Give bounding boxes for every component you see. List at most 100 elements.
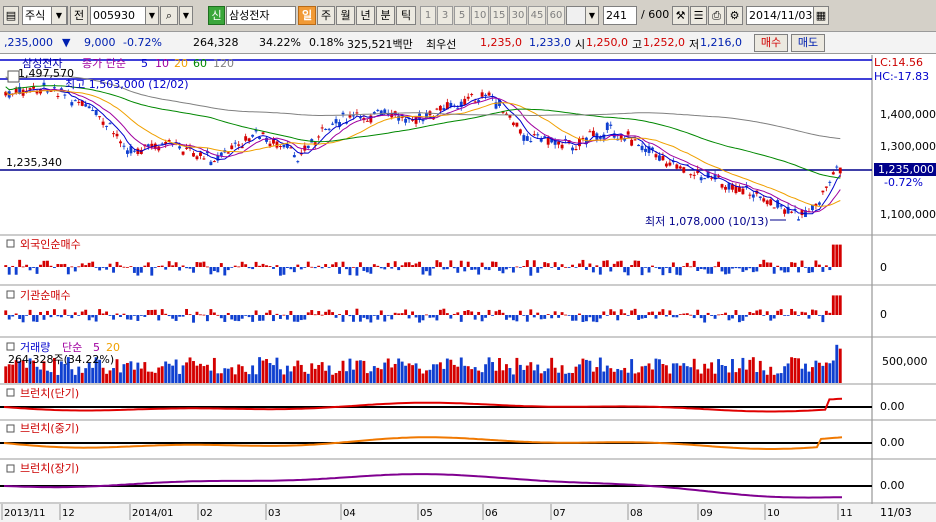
institution-bar bbox=[477, 311, 481, 315]
volume-bar bbox=[699, 373, 703, 383]
date-input[interactable]: 2014/11/03 bbox=[746, 6, 814, 25]
breadth-mid-menu-icon[interactable] bbox=[6, 424, 15, 433]
institution-bar bbox=[452, 313, 456, 315]
period-tab-year[interactable]: 년 bbox=[356, 6, 375, 25]
institution-bar bbox=[838, 295, 842, 315]
interval-10[interactable]: 10 bbox=[471, 6, 489, 25]
institution-bar bbox=[202, 314, 206, 316]
interval-5[interactable]: 5 bbox=[454, 6, 470, 25]
volume-bar bbox=[644, 365, 647, 383]
volume-bar bbox=[480, 372, 484, 383]
interval-3[interactable]: 3 bbox=[437, 6, 453, 25]
buy-button[interactable]: 매수 bbox=[754, 34, 788, 52]
institution-menu-icon[interactable] bbox=[6, 290, 15, 299]
foreign-bar bbox=[365, 267, 369, 273]
institution-bar bbox=[98, 309, 102, 315]
volume-bar bbox=[139, 368, 143, 383]
foreign-bar bbox=[265, 265, 268, 267]
institution-bar bbox=[588, 315, 592, 318]
trade-amount: 325,521백만 bbox=[347, 38, 413, 51]
interval-custom-input[interactable] bbox=[566, 6, 586, 25]
institution-bar bbox=[793, 311, 797, 315]
breadth-long-menu-icon[interactable] bbox=[6, 464, 15, 473]
period-tab-day[interactable]: 일 bbox=[298, 6, 316, 25]
interval-30[interactable]: 30 bbox=[509, 6, 527, 25]
panel-menu-icon[interactable] bbox=[7, 70, 20, 83]
tools-icon[interactable]: ⚒ bbox=[672, 6, 689, 25]
print-icon[interactable]: ⎙ bbox=[708, 6, 725, 25]
interval-dropdown-icon[interactable]: ▼ bbox=[585, 6, 599, 25]
candle-body bbox=[758, 196, 762, 199]
market-type-dropdown-icon[interactable]: ▼ bbox=[51, 6, 67, 25]
candle-body bbox=[480, 92, 484, 97]
candle-body bbox=[654, 154, 658, 158]
institution-bar bbox=[73, 312, 77, 315]
candle-body bbox=[352, 115, 355, 117]
interval-45[interactable]: 45 bbox=[528, 6, 546, 25]
candle-body bbox=[484, 94, 488, 97]
candle-body bbox=[817, 202, 821, 205]
gear-icon[interactable]: ⚙ bbox=[726, 6, 743, 25]
period-tab-tick[interactable]: 틱 bbox=[396, 6, 416, 25]
foreign-bar bbox=[411, 265, 415, 267]
volume-bar bbox=[463, 365, 467, 383]
foreign-bar bbox=[171, 265, 175, 267]
foreign-bar bbox=[425, 267, 428, 272]
volume-bar bbox=[623, 367, 627, 383]
code-dropdown-icon[interactable]: ▼ bbox=[145, 6, 159, 25]
volume-bar bbox=[4, 366, 8, 383]
volume-bar bbox=[73, 374, 77, 383]
stock-code-input[interactable]: 005930 bbox=[90, 6, 146, 25]
institution-bar bbox=[310, 310, 314, 315]
interval-15[interactable]: 15 bbox=[490, 6, 508, 25]
expand-icon[interactable]: ▼ bbox=[179, 6, 193, 25]
institution-bar bbox=[546, 314, 550, 315]
volume-bar bbox=[494, 370, 498, 383]
volume-bar bbox=[466, 366, 470, 383]
candle-body bbox=[251, 134, 255, 137]
institution-bar bbox=[435, 315, 439, 321]
sell-button[interactable]: 매도 bbox=[791, 34, 825, 52]
candle-body bbox=[341, 112, 345, 115]
calendar-icon[interactable]: ▦ bbox=[813, 6, 829, 25]
volume-bar bbox=[689, 367, 693, 383]
foreign-bar bbox=[522, 265, 526, 267]
period-tab-month[interactable]: 월 bbox=[336, 6, 355, 25]
breadth-short-menu-icon[interactable] bbox=[6, 388, 15, 397]
foreign-menu-icon[interactable] bbox=[6, 239, 15, 248]
volume-bar bbox=[275, 357, 279, 383]
foreign-bar bbox=[91, 261, 95, 267]
volume-bar bbox=[153, 372, 157, 383]
candle-body bbox=[783, 209, 787, 214]
interval-60[interactable]: 60 bbox=[547, 6, 565, 25]
candle-body bbox=[383, 109, 387, 114]
mode-button[interactable]: 전 bbox=[70, 6, 88, 25]
bar-count-input[interactable]: 241 bbox=[603, 6, 637, 25]
ma-20-label: 20 bbox=[174, 57, 188, 70]
volume-bar bbox=[602, 371, 606, 383]
foreign-bar bbox=[268, 266, 272, 267]
volume-menu-icon[interactable] bbox=[6, 342, 15, 351]
foreign-bar bbox=[157, 266, 161, 267]
foreign-bar bbox=[578, 263, 581, 267]
period-tab-minute[interactable]: 분 bbox=[376, 6, 395, 25]
interval-1[interactable]: 1 bbox=[420, 6, 436, 25]
candle-body bbox=[734, 186, 738, 194]
institution-bar bbox=[87, 315, 91, 321]
candle-body bbox=[703, 178, 707, 180]
volume-bar bbox=[386, 358, 390, 383]
credit-badge[interactable]: 신 bbox=[208, 6, 225, 25]
period-tab-week[interactable]: 주 bbox=[317, 6, 335, 25]
candle-body bbox=[84, 104, 88, 107]
institution-bar bbox=[397, 313, 401, 315]
search-icon[interactable]: ⌕ bbox=[160, 6, 178, 25]
chart-type-icon[interactable]: ▤ bbox=[3, 6, 19, 25]
chart-area[interactable]: 삼성전자 종가 단순 5 10 20 60 120 1,497,570 최고 1… bbox=[0, 55, 936, 522]
volume-bar bbox=[438, 362, 442, 383]
foreign-bar bbox=[49, 265, 53, 267]
candle-body bbox=[261, 132, 265, 135]
foreign-bar bbox=[310, 266, 314, 268]
chart-settings-icon[interactable]: ☰ bbox=[690, 6, 707, 25]
x-axis-label: 07 bbox=[553, 508, 566, 519]
foreign-bar bbox=[115, 261, 119, 267]
